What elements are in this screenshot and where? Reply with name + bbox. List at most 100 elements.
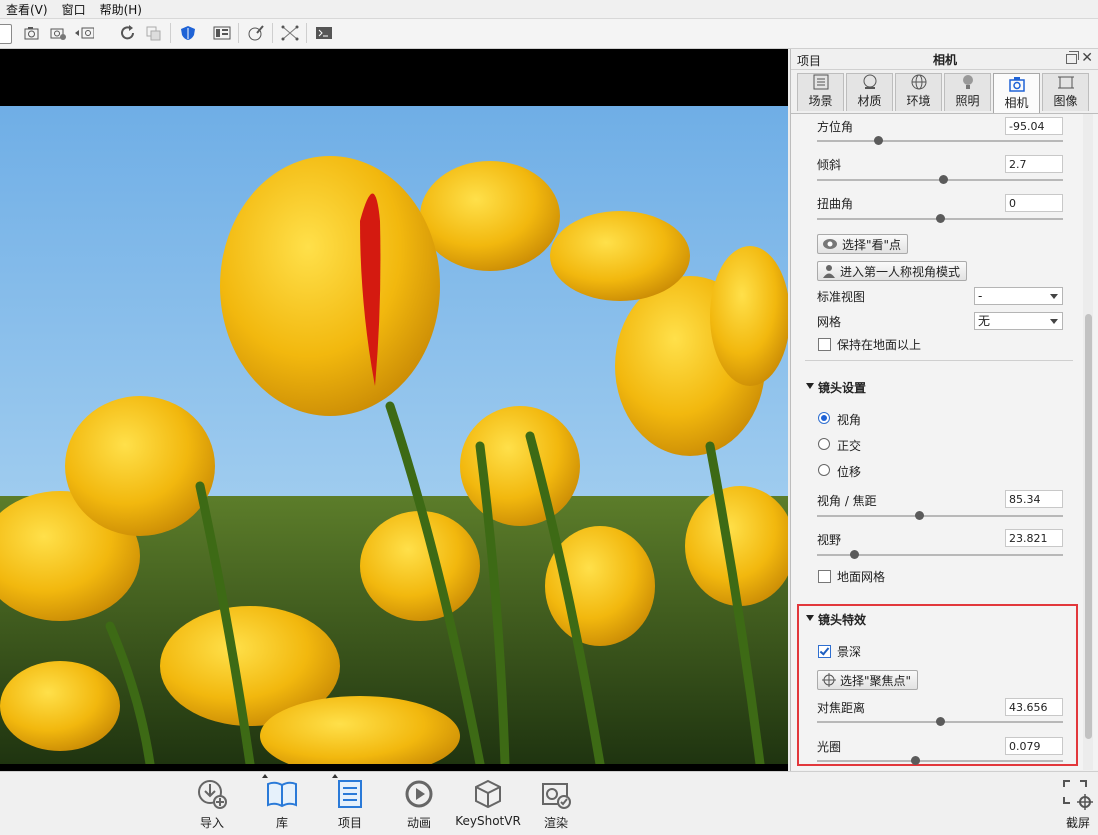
lens-settings-header[interactable]: 镜头设置 — [805, 379, 867, 396]
ground-grid-checkbox[interactable] — [818, 570, 831, 583]
lens-effects-header[interactable]: 镜头特效 — [805, 611, 867, 628]
project-button[interactable]: 项目 — [320, 778, 380, 831]
menu-bar: 查看(V) 窗口 帮助(H) — [0, 0, 1098, 19]
person-icon — [823, 265, 835, 278]
tab-lighting[interactable]: 照明 — [944, 73, 991, 111]
azimuth-label: 方位角 — [817, 120, 854, 134]
azimuth-field[interactable]: -95.04 — [1005, 117, 1063, 135]
list-icon — [338, 780, 362, 808]
tab-lighting-label: 照明 — [955, 94, 980, 108]
geometry-icon[interactable] — [280, 24, 300, 42]
camera-settings: 方位角 -95.04 倾斜 2.7 扭曲角 0 选择"看"点 进入第一人称视角模… — [791, 113, 1098, 770]
f-stop-field[interactable]: 0.079 — [1005, 737, 1063, 755]
render-button[interactable]: 渲染 — [526, 778, 586, 831]
project-label: 项目 — [337, 816, 362, 830]
focus-distance-label: 对焦距离 — [817, 701, 866, 715]
menu-view[interactable]: 查看(V) — [0, 1, 56, 18]
screenshot-icon[interactable] — [22, 24, 42, 42]
render-icon — [542, 783, 571, 809]
lens-settings-title: 镜头设置 — [818, 381, 867, 395]
properties-panel: 项目 相机 ✕ 场景 材质 环境 照明 相机 图像 方位角 -95.04 倾斜 … — [790, 49, 1098, 771]
slider-thumb[interactable] — [939, 175, 948, 184]
scrollbar-thumb[interactable] — [1085, 314, 1092, 739]
tab-environment-label: 环境 — [906, 94, 931, 108]
tab-material[interactable]: 材质 — [846, 73, 893, 111]
radio-shift[interactable] — [818, 464, 830, 476]
library-button[interactable]: 库 — [252, 778, 312, 831]
eye-icon — [823, 239, 837, 249]
camera-icon — [1008, 77, 1025, 92]
tab-camera[interactable]: 相机 — [993, 73, 1040, 113]
depth-of-field-label: 景深 — [837, 645, 862, 659]
depth-of-field-checkbox[interactable] — [818, 645, 831, 658]
crosshair-icon — [822, 673, 836, 687]
fov-focal-field[interactable]: 85.34 — [1005, 490, 1063, 508]
menu-help[interactable]: 帮助(H) — [94, 1, 150, 18]
focus-distance-slider[interactable] — [817, 717, 1063, 726]
inclination-slider[interactable] — [817, 175, 1063, 184]
radio-orthographic-label: 正交 — [837, 439, 862, 453]
twist-slider[interactable] — [817, 214, 1063, 223]
bulb-icon — [962, 75, 973, 89]
radio-perspective[interactable] — [818, 412, 830, 424]
render-label: 渲染 — [543, 816, 568, 830]
keyshotvr-button[interactable]: KeyShotVR — [455, 778, 521, 828]
chevron-down-icon — [1050, 319, 1058, 324]
shield-icon[interactable] — [178, 24, 198, 42]
first-person-label: 进入第一人称视角模式 — [840, 264, 961, 279]
standard-view-value: - — [978, 289, 983, 303]
tab-environment[interactable]: 环境 — [895, 73, 942, 111]
paint-icon[interactable] — [246, 24, 266, 42]
refresh-icon[interactable] — [118, 24, 138, 42]
tab-image-label: 图像 — [1053, 94, 1078, 108]
crop-capture-icon — [1063, 780, 1093, 810]
menu-window[interactable]: 窗口 — [56, 1, 94, 18]
book-icon — [267, 781, 297, 808]
console-icon[interactable] — [314, 24, 334, 42]
tab-scene[interactable]: 场景 — [797, 73, 844, 111]
keep-above-ground-checkbox[interactable] — [818, 338, 831, 351]
radio-orthographic[interactable] — [818, 438, 830, 450]
fov-focal-slider[interactable] — [817, 511, 1063, 520]
pick-look-at-label: 选择"看"点 — [842, 237, 902, 252]
inclination-field[interactable]: 2.7 — [1005, 155, 1063, 173]
slider-thumb[interactable] — [850, 550, 859, 559]
focus-distance-field[interactable]: 43.656 — [1005, 698, 1063, 716]
tab-image[interactable]: 图像 — [1042, 73, 1089, 111]
screenshot-label: 截屏 — [1065, 816, 1090, 830]
azimuth-slider[interactable] — [817, 136, 1063, 145]
field-of-view-slider[interactable] — [817, 550, 1063, 559]
twist-label: 扭曲角 — [817, 197, 854, 211]
twist-field[interactable]: 0 — [1005, 194, 1063, 212]
pick-focus-button[interactable]: 选择"聚焦点" — [817, 670, 919, 690]
panel-title: 相机 — [932, 53, 957, 67]
layout-icon[interactable] — [212, 24, 232, 42]
animation-button[interactable]: 动画 — [389, 778, 449, 831]
render-viewport[interactable] — [0, 49, 788, 771]
restore-icon[interactable] — [1066, 51, 1079, 64]
panel-tabs: 场景 材质 环境 照明 相机 图像 — [797, 73, 1091, 113]
import-button[interactable]: 导入 — [182, 778, 242, 831]
globe-icon — [911, 74, 926, 90]
close-icon[interactable]: ✕ — [1081, 50, 1093, 66]
tab-material-label: 材质 — [857, 94, 882, 108]
slider-thumb[interactable] — [936, 717, 945, 726]
copy-icon[interactable] — [144, 24, 164, 42]
ground-grid-label: 地面网格 — [837, 570, 886, 584]
panel-scrollbar[interactable] — [1083, 114, 1093, 770]
view-prev-icon[interactable] — [74, 24, 94, 42]
first-person-button[interactable]: 进入第一人称视角模式 — [817, 261, 968, 281]
slider-thumb[interactable] — [936, 214, 945, 223]
field-of-view-field[interactable]: 23.821 — [1005, 529, 1063, 547]
screenshot-button[interactable]: 截屏 — [1048, 778, 1098, 831]
toolbar-input[interactable] — [0, 24, 12, 44]
lens-effects-title: 镜头特效 — [818, 613, 867, 627]
pick-look-at-button[interactable]: 选择"看"点 — [817, 234, 909, 254]
standard-view-select[interactable]: - — [974, 287, 1063, 305]
f-stop-slider[interactable] — [817, 756, 1063, 765]
slider-thumb[interactable] — [911, 756, 920, 765]
slider-thumb[interactable] — [915, 511, 924, 520]
slider-thumb[interactable] — [874, 136, 883, 145]
screenshot-settings-icon[interactable] — [48, 24, 68, 42]
grid-select[interactable]: 无 — [974, 312, 1063, 330]
